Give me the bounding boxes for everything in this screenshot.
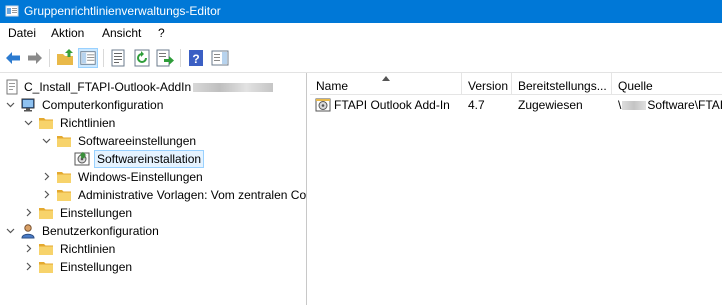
folder-icon xyxy=(57,172,71,183)
column-header-label: Bereitstellungs... xyxy=(518,79,607,93)
computer-icon xyxy=(21,98,35,112)
software-package-icon xyxy=(315,98,331,112)
folder-icon xyxy=(39,118,53,129)
cell-name: FTAPI Outlook Add-In xyxy=(334,98,450,112)
software-installation-icon xyxy=(74,151,90,166)
tree-node-label: Administrative Vorlagen: Vom zentralen C… xyxy=(78,188,307,202)
tree-node-label: Einstellungen xyxy=(60,260,133,274)
toolbar-separator xyxy=(180,49,181,67)
chevron-right-icon[interactable] xyxy=(42,190,51,199)
user-icon xyxy=(21,224,35,239)
redacted-text xyxy=(622,101,647,111)
chevron-right-icon[interactable] xyxy=(42,172,51,181)
source-prefix: \ xyxy=(618,98,622,112)
chevron-down-icon[interactable] xyxy=(6,226,15,235)
tree-node-label: Windows-Einstellungen xyxy=(78,170,203,184)
properties-icon[interactable] xyxy=(108,48,128,68)
policy-document-icon xyxy=(6,79,18,95)
back-arrow-icon[interactable] xyxy=(3,48,23,68)
tree-node-label: Richtlinien xyxy=(60,116,116,130)
toolbar-separator xyxy=(103,49,104,67)
menu-datei[interactable]: Datei xyxy=(8,26,36,40)
svg-text:?: ? xyxy=(192,52,199,66)
chevron-down-icon[interactable] xyxy=(42,136,51,145)
tree-node-label: Computerkonfiguration xyxy=(42,98,164,112)
table-row[interactable]: FTAPI Outlook Add-In 4.7 Zugewiesen \ Sof… xyxy=(310,96,722,114)
window-title: Gruppenrichtlinienverwaltungs-Editor xyxy=(24,4,221,18)
tree-node-label: Benutzerkonfiguration xyxy=(42,224,159,238)
column-header-name[interactable]: Name xyxy=(310,73,462,95)
menu-aktion[interactable]: Aktion xyxy=(51,26,84,40)
tree-node-label: Softwareinstallation xyxy=(94,150,205,168)
chevron-right-icon[interactable] xyxy=(24,208,33,217)
group-policy-editor-icon xyxy=(5,5,19,17)
action-pane-icon[interactable] xyxy=(210,48,230,68)
menu-bar: Datei Aktion Ansicht ? xyxy=(0,23,722,44)
cell-version: 4.7 xyxy=(468,98,485,112)
folder-icon xyxy=(57,190,71,201)
title-bar: Gruppenrichtlinienverwaltungs-Editor xyxy=(0,0,722,23)
column-header-label: Name xyxy=(316,79,349,93)
tree-node-label: Einstellungen xyxy=(60,206,133,220)
source-suffix: Software\FTAI xyxy=(647,98,722,112)
folder-icon xyxy=(39,262,53,273)
tree-node-label: Richtlinien xyxy=(60,242,116,256)
tree-pane: C_Install_FTAPI-Outlook-AddIn Computerko… xyxy=(0,73,307,305)
cell-source: \ Software\FTAI xyxy=(618,98,722,112)
forward-arrow-icon[interactable] xyxy=(25,48,45,68)
chevron-down-icon[interactable] xyxy=(24,118,33,127)
show-hide-tree-icon[interactable] xyxy=(78,48,98,68)
help-icon[interactable]: ? xyxy=(186,48,206,68)
up-folder-icon[interactable] xyxy=(55,48,75,68)
export-list-icon[interactable] xyxy=(155,48,175,68)
tree-node-label: Softwareeinstellungen xyxy=(78,134,197,148)
chevron-down-icon[interactable] xyxy=(6,100,15,109)
sort-ascending-icon xyxy=(382,76,390,81)
toolbar: ? xyxy=(0,44,722,73)
tree-node-label: C_Install_FTAPI-Outlook-AddIn xyxy=(22,80,275,94)
column-header-source[interactable]: Quelle xyxy=(612,73,722,95)
column-header-label: Quelle xyxy=(618,79,653,93)
chevron-right-icon[interactable] xyxy=(24,244,33,253)
folder-icon xyxy=(39,208,53,219)
column-header-deployment[interactable]: Bereitstellungs... xyxy=(512,73,612,95)
column-header-label: Version xyxy=(468,79,509,93)
refresh-icon[interactable] xyxy=(132,48,152,68)
details-list: Name Version Bereitstellungs... Quelle F… xyxy=(310,73,722,305)
toolbar-separator xyxy=(49,49,50,67)
column-header-version[interactable]: Version xyxy=(462,73,512,95)
cell-deployment: Zugewiesen xyxy=(518,98,583,112)
redacted-text xyxy=(193,83,274,93)
menu-ansicht[interactable]: Ansicht xyxy=(102,26,141,40)
gpo-name: C_Install_FTAPI-Outlook-AddIn xyxy=(24,80,192,94)
folder-icon xyxy=(57,136,71,147)
chevron-right-icon[interactable] xyxy=(24,262,33,271)
folder-icon xyxy=(39,244,53,255)
menu-help[interactable]: ? xyxy=(158,26,165,40)
